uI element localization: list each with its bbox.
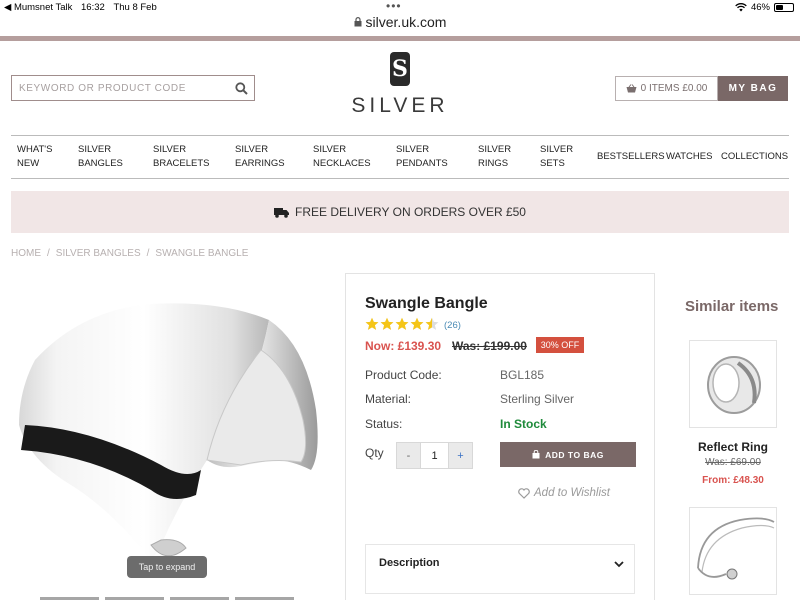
- add-to-bag-label: ADD TO BAG: [545, 449, 604, 460]
- ios-status-bar: ◀ Mumsnet Talk 16:32 Thu 8 Feb ••• 46%: [0, 0, 800, 14]
- nav-item-whats-new[interactable]: WHAT'S NEW: [17, 143, 52, 171]
- chevron-down-icon: [614, 555, 624, 573]
- battery-icon: [774, 3, 794, 12]
- similar-item-was-price: Was: £69.00: [705, 457, 761, 468]
- add-to-wishlist-link[interactable]: Add to Wishlist: [518, 487, 610, 499]
- accent-strip: [0, 36, 800, 41]
- breadcrumb-separator: /: [47, 248, 50, 259]
- status-date: Thu 8 Feb: [113, 2, 157, 13]
- cart-summary-button[interactable]: 0 ITEMS £0.00: [615, 76, 718, 101]
- spec-value-material: Sterling Silver: [500, 392, 575, 406]
- nav-item-silver-rings[interactable]: SILVER RINGS: [478, 143, 511, 171]
- similar-item-name[interactable]: Reflect Ring: [680, 440, 786, 454]
- url-text: silver.uk.com: [365, 14, 447, 30]
- nav-item-silver-earrings[interactable]: SILVER EARRINGS: [235, 143, 285, 171]
- qty-increase-button[interactable]: +: [448, 442, 473, 469]
- spec-label-status: Status:: [365, 417, 403, 431]
- breadcrumb-separator: /: [146, 248, 150, 259]
- spec-label-material: Material:: [365, 392, 412, 406]
- nav-item-silver-bracelets[interactable]: SILVER BRACELETS: [153, 143, 210, 171]
- price-now: Now: £139.30: [365, 339, 442, 353]
- tap-to-expand-button[interactable]: Tap to expand: [127, 556, 207, 578]
- star-rating[interactable]: [365, 317, 439, 331]
- breadcrumb: HOME / SILVER BANGLES / SWANGLE BANGLE: [11, 248, 248, 259]
- star-icon: [380, 317, 394, 330]
- description-title: Description: [379, 557, 440, 569]
- cart-summary-label: 0 ITEMS £0.00: [640, 83, 708, 94]
- wishlist-label: Add to Wishlist: [534, 487, 610, 499]
- star-icon: [395, 317, 409, 330]
- nav-item-silver-bangles[interactable]: SILVER BANGLES: [78, 143, 123, 171]
- delivery-truck-icon: [274, 207, 290, 218]
- breadcrumb-silver-bangles[interactable]: SILVER BANGLES: [56, 248, 141, 259]
- description-accordion[interactable]: Description: [365, 544, 635, 594]
- similar-items-title: Similar items: [685, 298, 779, 315]
- star-icon: [425, 317, 439, 330]
- qty-decrease-button[interactable]: -: [396, 442, 421, 469]
- my-bag-button[interactable]: MY BAG: [718, 76, 788, 101]
- site-logo[interactable]: S SILVER: [345, 52, 455, 118]
- spec-label-product-code: Product Code:: [365, 368, 442, 382]
- nav-item-silver-sets[interactable]: SILVER SETS: [540, 143, 573, 171]
- discount-badge: 30% OFF: [536, 337, 584, 353]
- bag-icon: [532, 450, 540, 459]
- nav-item-collections[interactable]: COLLECTIONS: [721, 150, 788, 164]
- battery-percent: 46%: [750, 2, 770, 13]
- nav-item-silver-pendants[interactable]: SILVER PENDANTS: [396, 143, 448, 171]
- search-icon[interactable]: [228, 75, 254, 101]
- star-icon: [365, 317, 379, 330]
- status-left: ◀ Mumsnet Talk 16:32 Thu 8 Feb: [4, 2, 157, 13]
- similar-item-image[interactable]: [689, 340, 777, 428]
- basket-icon: [626, 84, 637, 93]
- star-icon: [410, 317, 424, 330]
- price-was: Was: £199.00: [452, 339, 527, 353]
- spec-value-product-code: BGL185: [500, 368, 545, 382]
- address-bar[interactable]: silver.uk.com: [0, 14, 800, 36]
- product-info-card: Swangle Bangle (26) Now: £139.30 Was: £1…: [345, 273, 655, 600]
- reflect-ring-image: [707, 356, 761, 414]
- breadcrumb-current: SWANGLE BANGLE: [155, 248, 249, 259]
- multitask-dots[interactable]: •••: [386, 0, 402, 13]
- search-input[interactable]: [12, 76, 228, 100]
- qty-input[interactable]: 1: [421, 442, 448, 469]
- wifi-icon: [735, 3, 747, 12]
- status-time: 16:32: [81, 2, 105, 13]
- delivery-banner[interactable]: FREE DELIVERY ON ORDERS OVER £50: [11, 191, 789, 233]
- similar-item-from-price: From: £48.30: [702, 475, 764, 486]
- product-image[interactable]: [11, 290, 331, 585]
- stock-status: In Stock: [500, 417, 547, 431]
- add-to-bag-button[interactable]: ADD TO BAG: [500, 442, 636, 467]
- logo-mark: S: [390, 52, 410, 86]
- product-title: Swangle Bangle: [365, 295, 488, 312]
- back-to-app-link[interactable]: ◀ Mumsnet Talk: [4, 2, 72, 13]
- nav-item-bestsellers[interactable]: BESTSELLERS: [597, 150, 665, 164]
- search-box: [11, 75, 255, 101]
- lock-icon: [354, 17, 362, 30]
- breadcrumb-home[interactable]: HOME: [11, 248, 41, 259]
- heart-icon: [518, 487, 530, 499]
- delivery-banner-text: FREE DELIVERY ON ORDERS OVER £50: [295, 205, 526, 219]
- nav-item-silver-necklaces[interactable]: SILVER NECKLACES: [313, 143, 371, 171]
- main-nav: WHAT'S NEW SILVER BANGLES SILVER BRACELETS …: [11, 135, 789, 179]
- quantity-stepper: - 1 +: [396, 442, 473, 469]
- similar-item-image[interactable]: [689, 507, 777, 595]
- logo-text: SILVER: [351, 94, 449, 117]
- necklace-image: [697, 517, 775, 580]
- qty-label: Qty: [365, 446, 384, 460]
- status-right: 46%: [735, 2, 794, 13]
- nav-item-watches[interactable]: WATCHES: [666, 150, 712, 164]
- review-count-link[interactable]: (26): [444, 320, 461, 331]
